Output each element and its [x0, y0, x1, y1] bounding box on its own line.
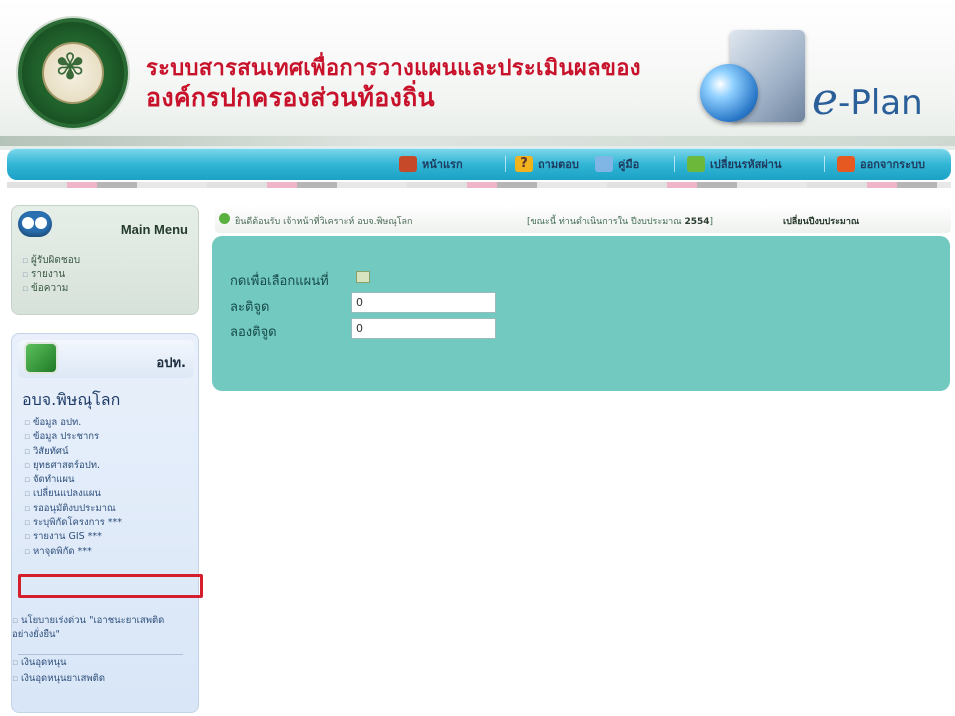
site-title-line2: องค์กรปกครองส่วนท้องถิ่น	[146, 83, 435, 112]
top-nav: หน้าแรก ? ถามตอบ คู่มือ เปลี่ยนรหัสผ่าน …	[7, 148, 951, 180]
latitude-input[interactable]	[351, 292, 496, 313]
fiscal-year-info: [ขณะนี้ ท่านดำเนินการใน ปีงบประมาณ 2554]	[527, 217, 714, 227]
menu-item-responsible[interactable]: ผู้รับผิดชอบ	[22, 254, 80, 268]
decorative-strip	[7, 182, 951, 188]
nav-home[interactable]: หน้าแรก	[399, 153, 463, 175]
question-icon: ?	[515, 156, 533, 172]
main-menu-box: Main Menu ผู้รับผิดชอบ รายงาน ข้อความ	[11, 205, 199, 315]
welcome-text: ยินดีต้อนรับ เจ้าหน้าที่วิเคราะห์ อบจ.พิ…	[235, 217, 413, 227]
highlight-find-coordinates	[18, 574, 203, 598]
opk-item-strategy[interactable]: ยุทธศาสตร์อปท.	[24, 459, 122, 473]
opk-item-drug-subsidy[interactable]: เงินอุดหนุนยาเสพติด	[12, 672, 182, 686]
opk-item-subsidy[interactable]: เงินอุดหนุน	[12, 656, 182, 670]
org-name: อบจ.พิษณุโลก	[22, 390, 121, 409]
opk-header: อปท.	[18, 340, 194, 378]
change-fiscal-year-link[interactable]: เปลี่ยนปีงบประมาณ	[783, 214, 859, 228]
opk-item-population[interactable]: ข้อมูล ประชากร	[24, 430, 122, 444]
opk-item-gis-report[interactable]: รายงาน GIS ***	[24, 530, 122, 544]
opk-item-budget-approval[interactable]: รออนุมัติงบประมาณ	[24, 502, 122, 516]
opk-item-make-plan[interactable]: จัดทำแผน	[24, 473, 122, 487]
book-icon	[595, 156, 613, 172]
home-icon	[399, 156, 417, 172]
eplan-illustration	[690, 18, 810, 128]
opk-item-project-coordinates[interactable]: ระบุพิกัดโครงการ ***	[24, 516, 122, 530]
user-online-icon	[219, 213, 230, 224]
opk-item-drug-policy[interactable]: นโยบายเร่งด่วน "เอาชนะยาเสพติดอย่างยั่งย…	[12, 614, 182, 642]
opk-item-vision[interactable]: วิสัยทัศน์	[24, 445, 122, 459]
nav-faq[interactable]: ? ถามตอบ	[515, 153, 579, 175]
site-header: ✾ ระบบสารสนเทศเพื่อการวางแผนและประเมินผล…	[0, 0, 955, 150]
welcome-bar: ยินดีต้อนรับ เจ้าหน้าที่วิเคราะห์ อบจ.พิ…	[215, 205, 951, 233]
seal-logo: ✾	[18, 18, 128, 128]
opk-item-info[interactable]: ข้อมูล อปท.	[24, 416, 122, 430]
menu-item-message[interactable]: ข้อความ	[22, 282, 80, 296]
opk-extra-list: นโยบายเร่งด่วน "เอาชนะยาเสพติดอย่างยั่งย…	[12, 614, 182, 700]
longitude-label: ลองติจูด	[230, 325, 277, 340]
opk-label: อปท.	[156, 356, 186, 371]
coordinate-panel: กดเพื่อเลือกแผนที่ ละติจูด ลองติจูด	[212, 236, 950, 391]
menu-item-report[interactable]: รายงาน	[22, 268, 80, 282]
nav-manual[interactable]: คู่มือ	[595, 153, 639, 175]
eplan-logo: e-Plan	[812, 74, 923, 125]
latitude-label: ละติจูด	[230, 300, 270, 315]
nav-logout[interactable]: ออกจากระบบ	[837, 153, 925, 175]
logout-icon	[837, 156, 855, 172]
map-icon[interactable]	[356, 271, 370, 283]
main-menu-list: ผู้รับผิดชอบ รายงาน ข้อความ	[22, 254, 80, 296]
main-menu-title: Main Menu	[120, 222, 188, 237]
nav-change-password[interactable]: เปลี่ยนรหัสผ่าน	[687, 153, 781, 175]
select-map-label: กดเพื่อเลือกแผนที่	[230, 274, 329, 289]
page-root: ✾ ระบบสารสนเทศเพื่อการวางแผนและประเมินผล…	[0, 0, 955, 716]
opk-menu-list: ข้อมูล อปท. ข้อมูล ประชากร วิสัยทัศน์ ยุ…	[24, 416, 122, 559]
key-icon	[687, 156, 705, 172]
opk-item-find-coordinates[interactable]: หาจุดพิกัด ***	[24, 545, 122, 559]
longitude-input[interactable]	[351, 318, 496, 339]
sidebar-divider	[18, 654, 183, 655]
document-icon	[24, 342, 58, 374]
opk-item-change-plan[interactable]: เปลี่ยนแปลงแผน	[24, 487, 122, 501]
eyes-icon	[18, 211, 52, 237]
